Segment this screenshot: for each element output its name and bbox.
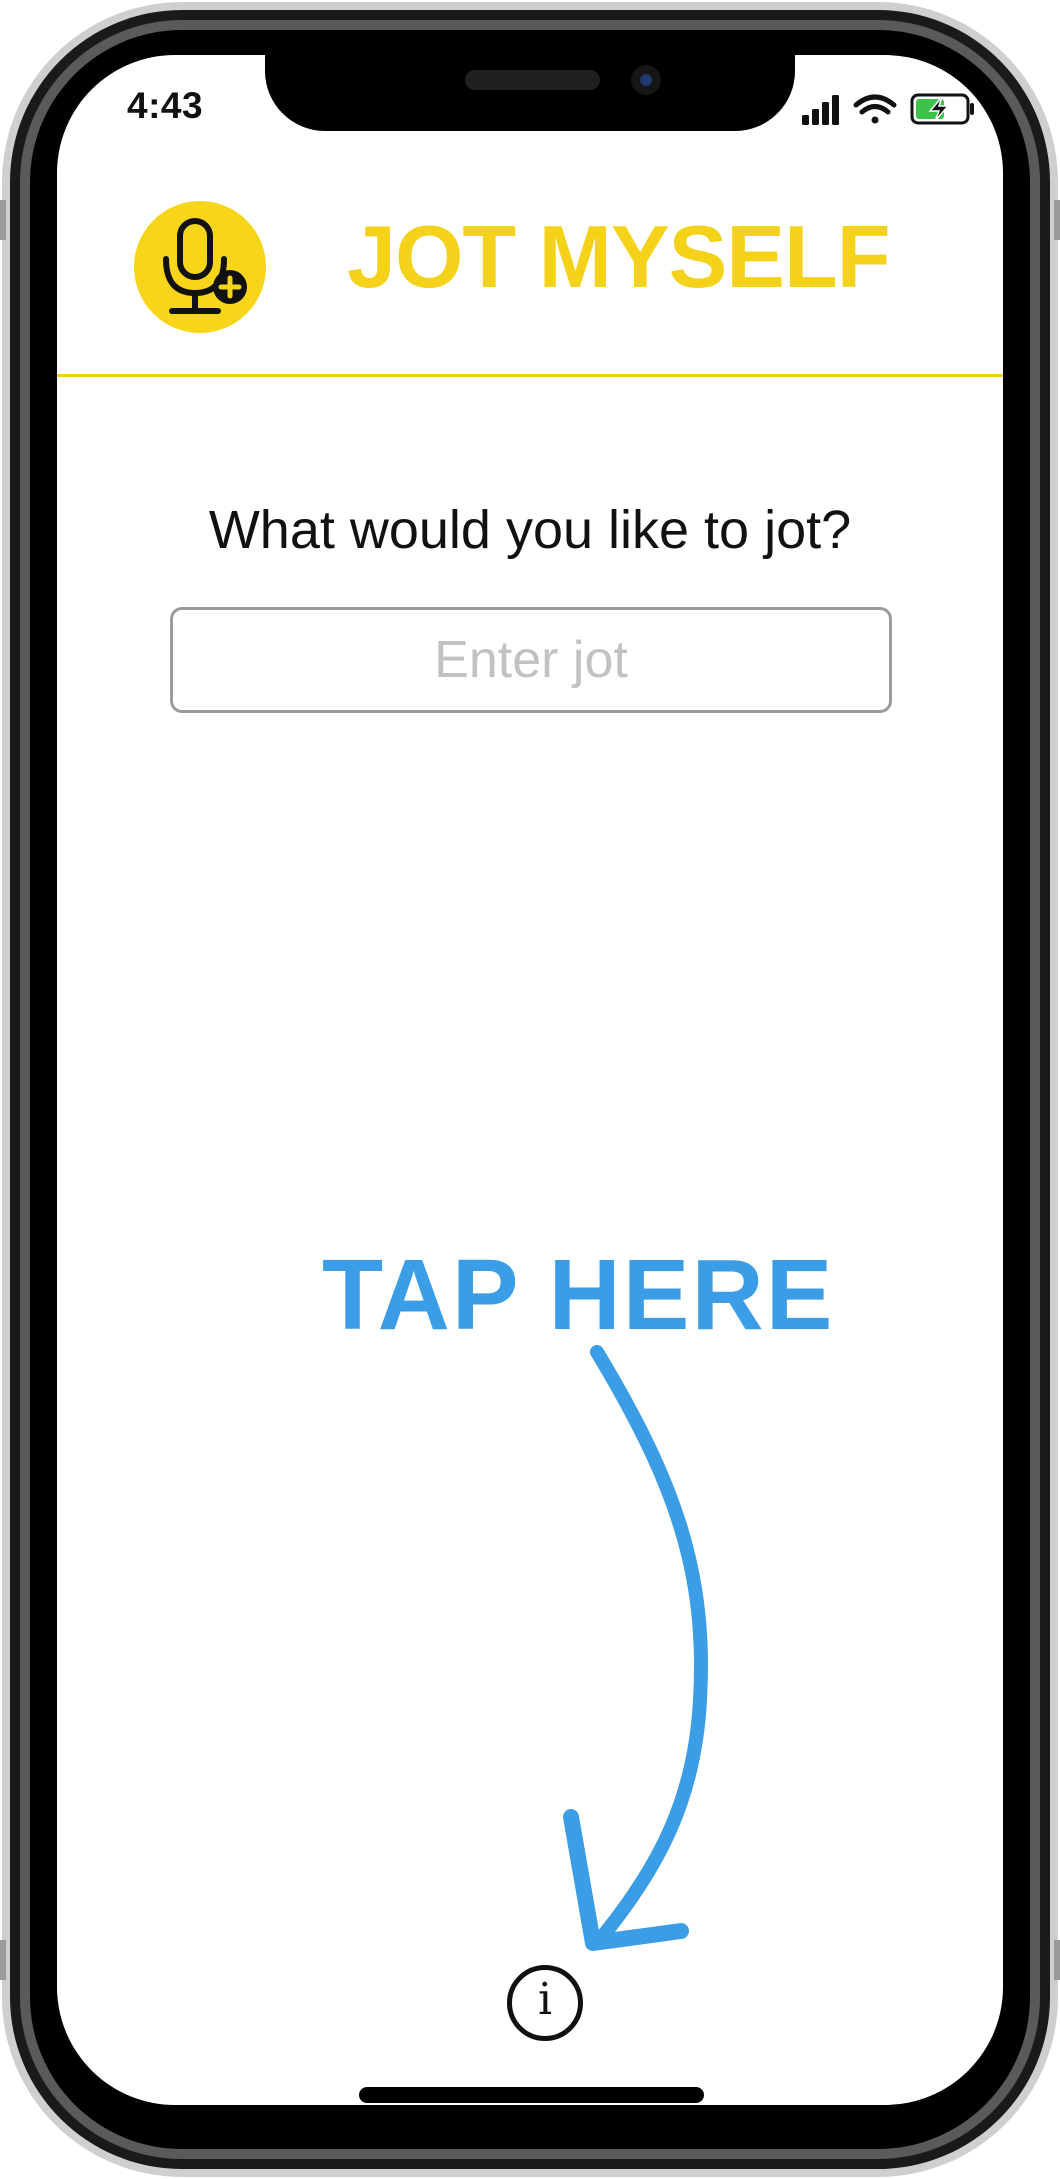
- info-button[interactable]: i: [507, 1965, 583, 2041]
- home-indicator[interactable]: [359, 2087, 704, 2103]
- header-divider: [57, 374, 1003, 377]
- microphone-plus-icon: [163, 218, 247, 314]
- app-title: JOT MYSELF: [347, 207, 891, 306]
- battery-icon: [910, 93, 974, 125]
- status-time: 4:43: [127, 85, 204, 126]
- tap-here-label: TAP HERE: [322, 1239, 835, 1351]
- notch: [265, 55, 795, 131]
- jot-input[interactable]: [170, 607, 892, 713]
- front-camera: [631, 65, 661, 95]
- info-icon: i: [537, 1974, 553, 2025]
- app-screen: 4:43 JOT MYSELF What would you like to j…: [57, 55, 1003, 2105]
- wifi-icon: [853, 94, 897, 124]
- status-icons: [802, 91, 992, 125]
- curved-arrow-icon: [563, 1345, 708, 1951]
- signal-icon: [802, 95, 839, 125]
- speaker-grille: [465, 70, 600, 90]
- jot-prompt: What would you like to jot?: [208, 500, 852, 560]
- app-logo: [134, 201, 266, 333]
